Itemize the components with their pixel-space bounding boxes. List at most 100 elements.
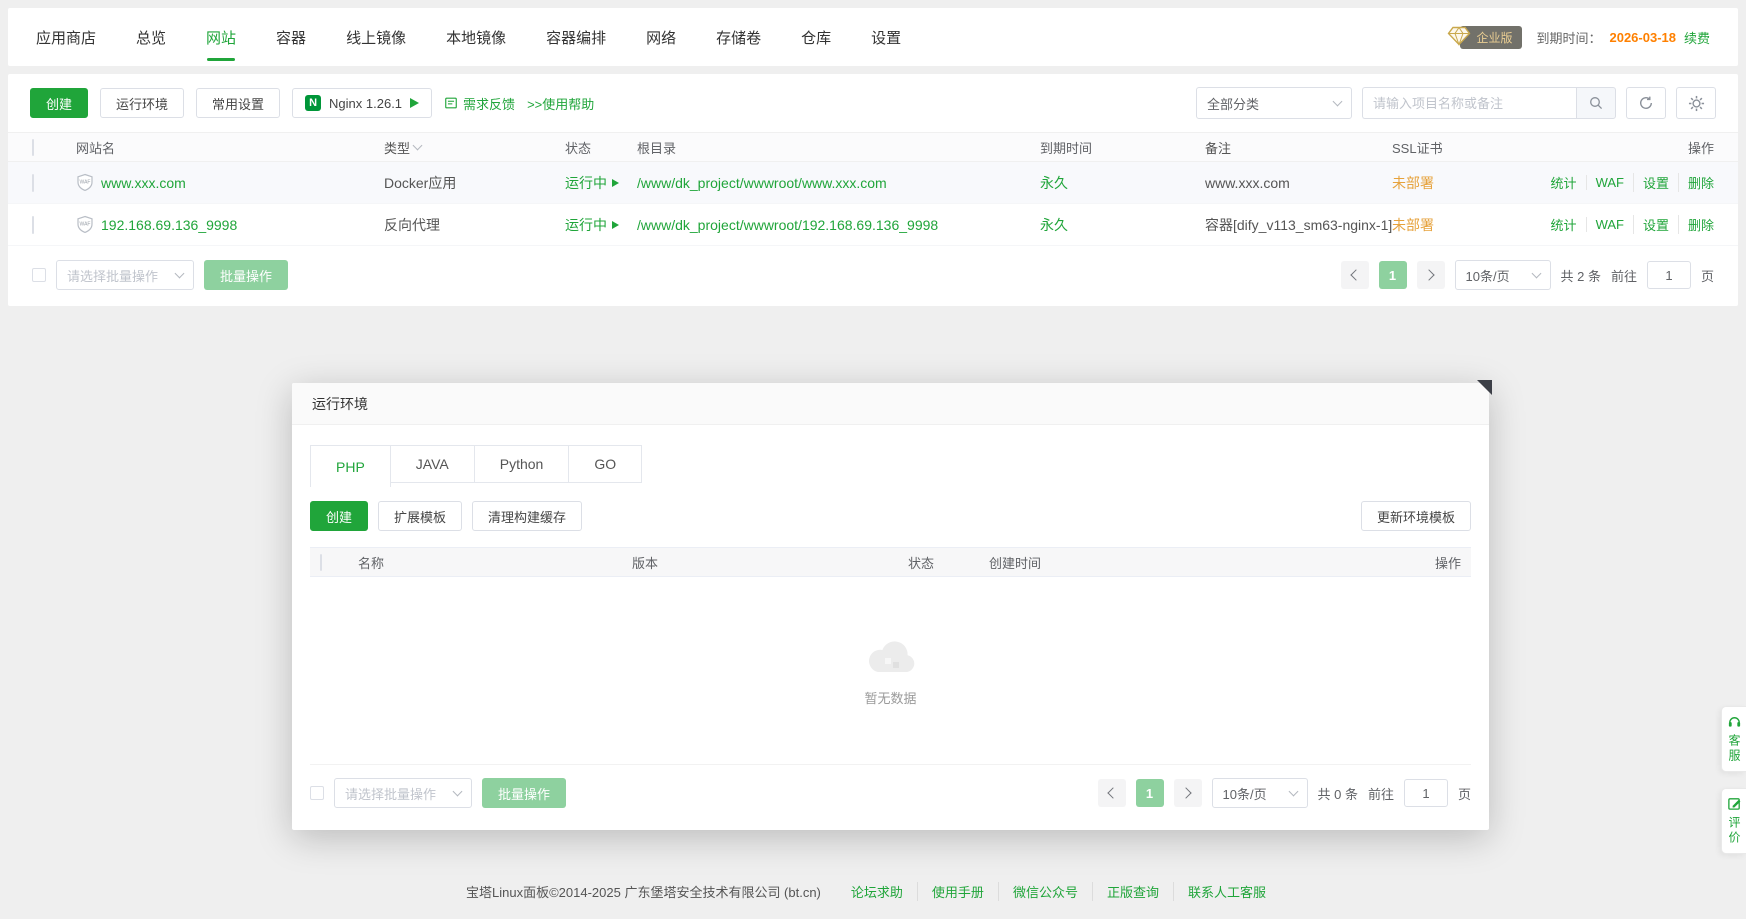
batch-select-all-checkbox[interactable] <box>32 268 46 282</box>
chevron-down-icon <box>453 787 463 797</box>
table-settings-button[interactable] <box>1676 87 1716 119</box>
refresh-icon <box>1638 95 1654 111</box>
site-name-link[interactable]: 192.168.69.136_9998 <box>101 217 237 233</box>
action-settings-link[interactable]: 设置 <box>1633 215 1678 234</box>
select-all-checkbox[interactable] <box>32 139 34 156</box>
website-list-card: 创建 运行环境 常用设置 N Nginx 1.26.1 需求反馈 >>使用帮助 … <box>8 74 1738 306</box>
nav-item-overview[interactable]: 总览 <box>136 8 166 66</box>
site-status[interactable]: 运行中 <box>565 215 637 235</box>
action-waf-link[interactable]: WAF <box>1586 217 1633 232</box>
feedback-link[interactable]: 需求反馈 <box>444 94 515 113</box>
row-checkbox[interactable] <box>32 216 34 234</box>
nav-item-online-images[interactable]: 线上镜像 <box>346 8 406 66</box>
modal-corner-close-icon[interactable] <box>1477 380 1492 395</box>
modal-page-size-select[interactable]: 10条/页 <box>1212 778 1308 808</box>
update-env-template-button[interactable]: 更新环境模板 <box>1361 501 1471 531</box>
site-remark[interactable]: www.xxx.com <box>1205 175 1392 191</box>
batch-action-select-value: 请选择批量操作 <box>67 266 158 285</box>
page-unit-label: 页 <box>1701 266 1714 285</box>
ssl-status[interactable]: 未部署 <box>1392 217 1434 233</box>
table-row: WAF 192.168.69.136_9998 反向代理 运行中 /www/dk… <box>8 204 1738 246</box>
nav-item-settings[interactable]: 设置 <box>871 8 901 66</box>
site-root-link[interactable]: /www/dk_project/wwwroot/www.xxx.com <box>637 175 887 191</box>
modal-prev-page-button[interactable] <box>1098 779 1126 807</box>
extend-template-button[interactable]: 扩展模板 <box>378 501 462 531</box>
nav-item-local-images[interactable]: 本地镜像 <box>446 8 506 66</box>
nav-item-orchestration[interactable]: 容器编排 <box>546 8 606 66</box>
website-toolbar: 创建 运行环境 常用设置 N Nginx 1.26.1 需求反馈 >>使用帮助 … <box>8 74 1738 132</box>
modal-select-all-checkbox[interactable] <box>320 554 322 571</box>
footer-link-forum[interactable]: 论坛求助 <box>837 882 917 901</box>
site-expire[interactable]: 永久 <box>1040 175 1068 191</box>
batch-action-select[interactable]: 请选择批量操作 <box>56 260 194 290</box>
action-stats-link[interactable]: 统计 <box>1542 215 1586 234</box>
nav-item-repository[interactable]: 仓库 <box>801 8 831 66</box>
help-link[interactable]: >>使用帮助 <box>527 94 594 113</box>
site-remark[interactable]: 容器[dify_v113_sm63-nginx-1]的 <box>1205 215 1392 235</box>
action-waf-link[interactable]: WAF <box>1586 175 1633 190</box>
refresh-button[interactable] <box>1626 87 1666 119</box>
action-delete-link[interactable]: 删除 <box>1678 173 1714 192</box>
action-settings-link[interactable]: 设置 <box>1633 173 1678 192</box>
batch-apply-button[interactable]: 批量操作 <box>204 260 288 290</box>
modal-batch-action-select[interactable]: 请选择批量操作 <box>334 778 472 808</box>
tab-java[interactable]: JAVA <box>390 445 475 483</box>
modal-toolbar: 创建 扩展模板 清理构建缓存 更新环境模板 <box>310 501 1471 531</box>
modal-next-page-button[interactable] <box>1174 779 1202 807</box>
chevron-down-icon <box>1333 97 1343 107</box>
support-float-button[interactable]: 客服 <box>1721 706 1746 772</box>
modal-current-page-button[interactable]: 1 <box>1136 779 1164 807</box>
search-input[interactable] <box>1362 87 1576 119</box>
page-footer: 宝塔Linux面板©2014-2025 广东堡塔安全技术有限公司 (bt.cn)… <box>0 882 1746 901</box>
site-root-link[interactable]: /www/dk_project/wwwroot/192.168.69.136_9… <box>637 217 938 233</box>
site-type: Docker应用 <box>384 173 565 193</box>
renew-link[interactable]: 续费 <box>1684 28 1710 47</box>
footer-link-wechat[interactable]: 微信公众号 <box>998 882 1092 901</box>
current-page-button[interactable]: 1 <box>1379 261 1407 289</box>
webserver-button[interactable]: N Nginx 1.26.1 <box>292 88 432 118</box>
modal-batch-checkbox[interactable] <box>310 786 324 800</box>
modal-create-button[interactable]: 创建 <box>310 501 368 531</box>
goto-label: 前往 <box>1611 266 1637 285</box>
footer-link-contact-support[interactable]: 联系人工客服 <box>1173 882 1280 901</box>
action-delete-link[interactable]: 删除 <box>1678 215 1714 234</box>
category-select[interactable]: 全部分类 <box>1196 87 1352 119</box>
nav-item-website[interactable]: 网站 <box>206 8 236 66</box>
footer-link-manual[interactable]: 使用手册 <box>917 882 998 901</box>
help-label: >>使用帮助 <box>527 94 594 113</box>
common-settings-button[interactable]: 常用设置 <box>196 88 280 118</box>
nav-item-app-store[interactable]: 应用商店 <box>36 8 96 66</box>
prev-page-button[interactable] <box>1341 261 1369 289</box>
review-float-button[interactable]: 评价 <box>1721 788 1746 854</box>
enterprise-badge[interactable]: 企业版 <box>1460 26 1522 49</box>
site-type: 反向代理 <box>384 215 565 235</box>
site-name-link[interactable]: www.xxx.com <box>101 175 186 191</box>
ssl-status[interactable]: 未部署 <box>1392 175 1434 191</box>
tab-php[interactable]: PHP <box>310 445 391 487</box>
nav-item-network[interactable]: 网络 <box>646 8 676 66</box>
row-checkbox[interactable] <box>32 174 34 192</box>
runtime-env-button[interactable]: 运行环境 <box>100 88 184 118</box>
col-header-root: 根目录 <box>637 138 1040 157</box>
site-expire[interactable]: 永久 <box>1040 217 1068 233</box>
nav-item-container[interactable]: 容器 <box>276 8 306 66</box>
search-button[interactable] <box>1576 87 1616 119</box>
create-site-button[interactable]: 创建 <box>30 88 88 118</box>
goto-page-input[interactable] <box>1647 261 1691 289</box>
col-header-type[interactable]: 类型 <box>384 138 565 157</box>
nav-item-volumes[interactable]: 存储卷 <box>716 8 761 66</box>
page-size-select[interactable]: 10条/页 <box>1455 260 1551 290</box>
next-page-button[interactable] <box>1417 261 1445 289</box>
modal-goto-page-input[interactable] <box>1404 779 1448 807</box>
action-stats-link[interactable]: 统计 <box>1542 173 1586 192</box>
clean-build-cache-button[interactable]: 清理构建缓存 <box>472 501 582 531</box>
modal-batch-apply-button[interactable]: 批量操作 <box>482 778 566 808</box>
col-header-ssl: SSL证书 <box>1392 138 1529 157</box>
waf-shield-icon: WAF <box>76 215 94 234</box>
copyright-text: 宝塔Linux面板©2014-2025 广东堡塔安全技术有限公司 (bt.cn) <box>466 882 821 901</box>
footer-link-genuine-check[interactable]: 正版查询 <box>1092 882 1173 901</box>
tab-python[interactable]: Python <box>474 445 570 483</box>
tab-go[interactable]: GO <box>568 445 642 483</box>
site-status[interactable]: 运行中 <box>565 173 637 193</box>
modal-body: PHP JAVA Python GO 创建 扩展模板 清理构建缓存 更新环境模板… <box>292 425 1489 765</box>
